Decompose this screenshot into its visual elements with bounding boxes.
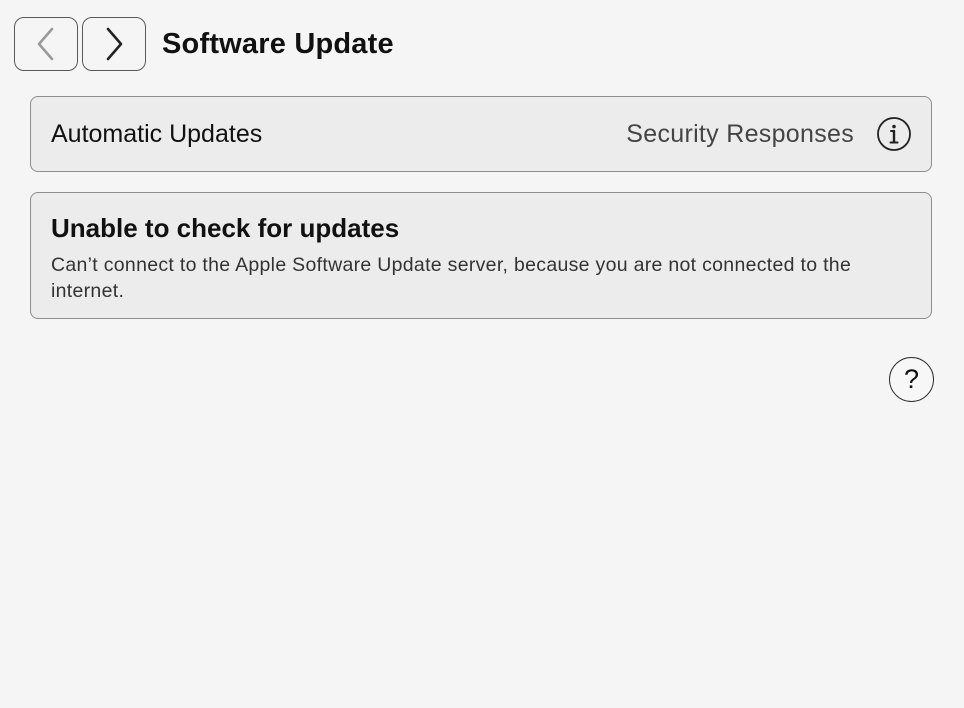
- automatic-updates-label: Automatic Updates: [51, 119, 263, 148]
- chevron-right-icon: [106, 27, 123, 61]
- chevron-left-icon: [37, 27, 54, 61]
- forward-button[interactable]: [82, 17, 146, 71]
- help-icon: ?: [903, 364, 920, 394]
- automatic-updates-value: Security Responses: [626, 119, 854, 148]
- update-status-card: Unable to check for updates Can’t connec…: [30, 192, 932, 319]
- info-icon[interactable]: [876, 116, 912, 152]
- automatic-updates-row[interactable]: Automatic Updates Security Responses: [30, 96, 932, 172]
- status-title: Unable to check for updates: [51, 213, 400, 243]
- help-button[interactable]: ?: [889, 357, 934, 402]
- page-title: Software Update: [162, 27, 394, 60]
- toolbar: Software Update: [14, 16, 394, 72]
- status-description: Can’t connect to the Apple Software Upda…: [51, 254, 852, 302]
- back-button[interactable]: [14, 17, 78, 71]
